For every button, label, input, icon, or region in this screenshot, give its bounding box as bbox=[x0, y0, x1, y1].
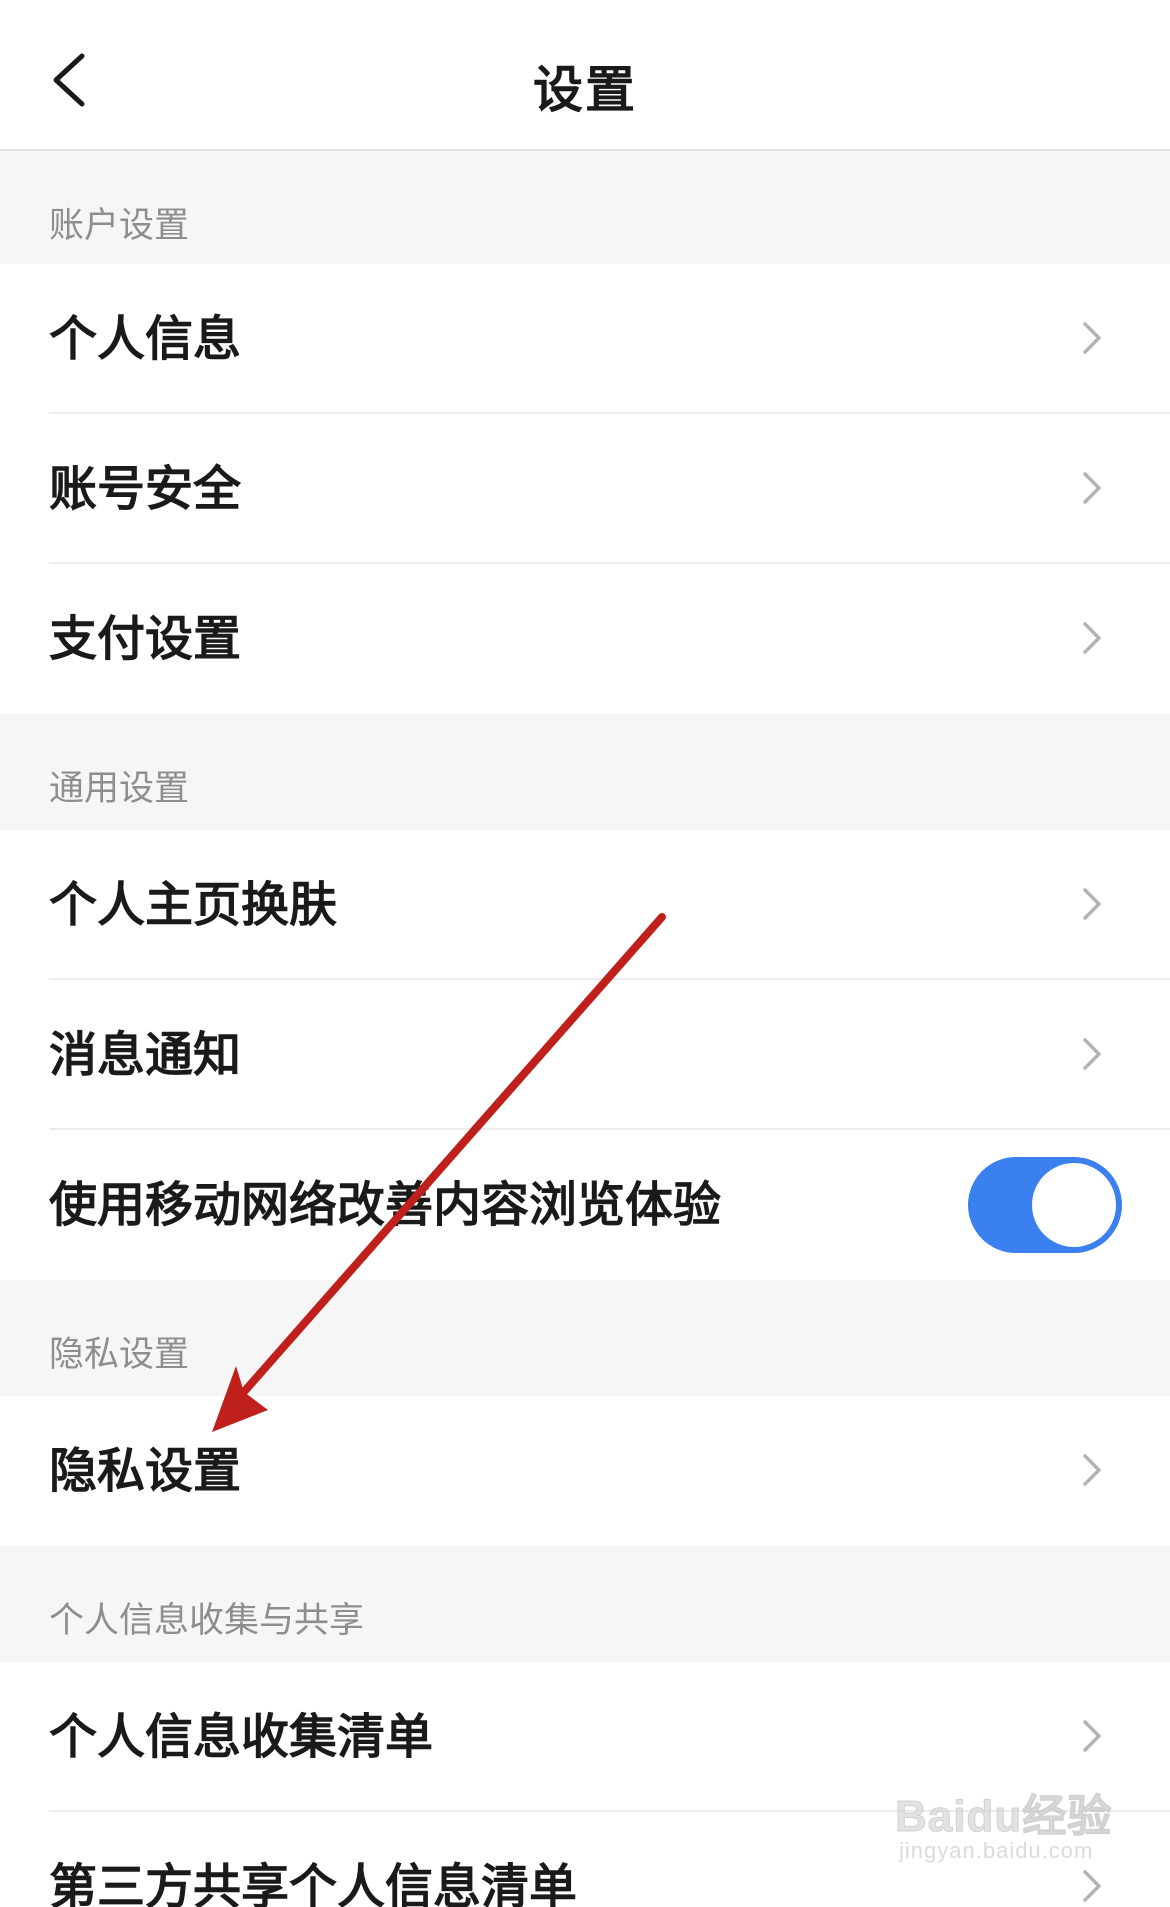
settings-row-privacy[interactable]: 隐私设置 bbox=[0, 1396, 1170, 1546]
settings-row-notifications[interactable]: 消息通知 bbox=[0, 980, 1170, 1130]
settings-screen: 设置 账户设置 个人信息 账号安全 支付设置 通用设置 个人主页换肤 消息通知 … bbox=[0, 0, 1170, 1907]
row-label: 个人主页换肤 bbox=[49, 877, 338, 933]
chevron-right-icon bbox=[1083, 472, 1101, 504]
settings-row-third-party-sharing[interactable]: 第三方共享个人信息清单 bbox=[0, 1812, 1170, 1907]
section-header-general: 通用设置 bbox=[0, 714, 1170, 830]
chevron-right-icon bbox=[1083, 322, 1101, 354]
row-label: 第三方共享个人信息清单 bbox=[49, 1859, 578, 1907]
settings-row-payment[interactable]: 支付设置 bbox=[0, 564, 1170, 714]
chevron-right-icon bbox=[1083, 888, 1101, 920]
section-header-personal-info: 个人信息收集与共享 bbox=[0, 1546, 1170, 1662]
row-label: 使用移动网络改善内容浏览体验 bbox=[49, 1177, 722, 1233]
chevron-right-icon bbox=[1083, 622, 1101, 654]
settings-row-info-collection-list[interactable]: 个人信息收集清单 bbox=[0, 1662, 1170, 1812]
row-label: 隐私设置 bbox=[49, 1443, 242, 1499]
settings-row-mobile-network: 使用移动网络改善内容浏览体验 bbox=[0, 1130, 1170, 1280]
row-label: 个人信息 bbox=[49, 311, 242, 367]
settings-row-account-security[interactable]: 账号安全 bbox=[0, 414, 1170, 564]
settings-row-personal-info[interactable]: 个人信息 bbox=[0, 264, 1170, 414]
row-label: 支付设置 bbox=[49, 611, 242, 667]
chevron-right-icon bbox=[1083, 1720, 1101, 1752]
settings-row-homepage-skin[interactable]: 个人主页换肤 bbox=[0, 830, 1170, 980]
chevron-right-icon bbox=[1083, 1038, 1101, 1070]
chevron-right-icon bbox=[1083, 1454, 1101, 1486]
row-label: 消息通知 bbox=[49, 1027, 242, 1083]
section-header-privacy: 隐私设置 bbox=[0, 1280, 1170, 1396]
mobile-network-toggle[interactable] bbox=[968, 1157, 1122, 1253]
nav-bar: 设置 bbox=[0, 0, 1170, 151]
row-label: 账号安全 bbox=[49, 461, 242, 517]
row-label: 个人信息收集清单 bbox=[49, 1709, 434, 1765]
toggle-knob bbox=[1032, 1163, 1116, 1247]
page-title: 设置 bbox=[533, 61, 637, 119]
section-header-account: 账户设置 bbox=[0, 151, 1170, 264]
chevron-right-icon bbox=[1083, 1870, 1101, 1902]
